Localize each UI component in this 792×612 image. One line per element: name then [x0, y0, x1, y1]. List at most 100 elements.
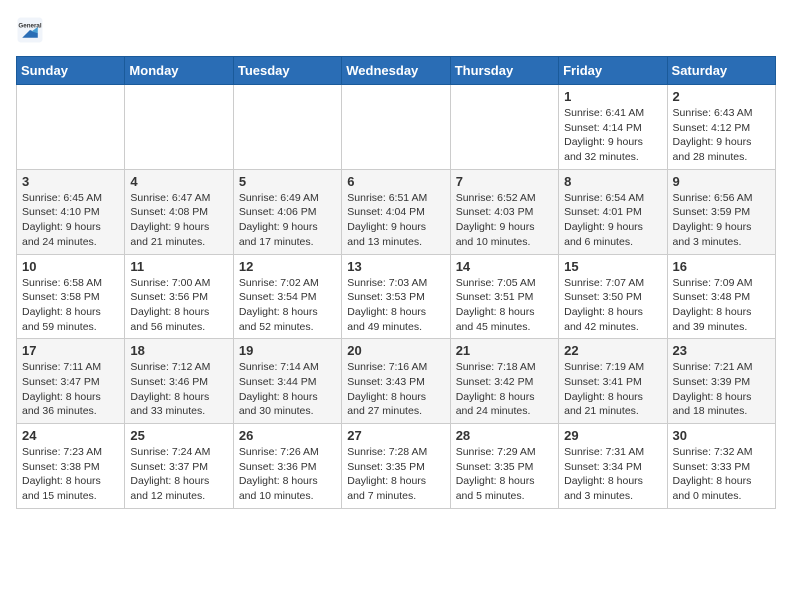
day-number: 3	[22, 174, 119, 189]
day-number: 6	[347, 174, 444, 189]
day-number: 26	[239, 428, 336, 443]
calendar-week-row: 3 Sunrise: 6:45 AM Sunset: 4:10 PM Daylig…	[17, 169, 776, 254]
day-info: Sunrise: 6:54 AM Sunset: 4:01 PM Dayligh…	[564, 191, 661, 250]
calendar-week-row: 1 Sunrise: 6:41 AM Sunset: 4:14 PM Daylig…	[17, 85, 776, 170]
day-info: Sunrise: 7:19 AM Sunset: 3:41 PM Dayligh…	[564, 360, 661, 419]
day-info: Sunrise: 7:26 AM Sunset: 3:36 PM Dayligh…	[239, 445, 336, 504]
calendar-cell: 19Sunrise: 7:14 AM Sunset: 3:44 PM Dayli…	[233, 339, 341, 424]
calendar-cell: 30 Sunrise: 7:32 AM Sunset: 3:33 PM Dayli…	[667, 424, 775, 509]
day-info: Sunrise: 6:49 AM Sunset: 4:06 PM Dayligh…	[239, 191, 336, 250]
day-number: 20	[347, 343, 444, 358]
calendar-cell: 28 Sunrise: 7:29 AM Sunset: 3:35 PM Dayli…	[450, 424, 558, 509]
calendar-cell: 5 Sunrise: 6:49 AM Sunset: 4:06 PM Daylig…	[233, 169, 341, 254]
day-number: 21	[456, 343, 553, 358]
day-info: Sunrise: 6:47 AM Sunset: 4:08 PM Dayligh…	[130, 191, 227, 250]
calendar-week-row: 24 Sunrise: 7:23 AM Sunset: 3:38 PM Dayli…	[17, 424, 776, 509]
calendar-table: SundayMondayTuesdayWednesdayThursdayFrid…	[16, 56, 776, 509]
day-number: 12	[239, 259, 336, 274]
calendar-cell: 6 Sunrise: 6:51 AM Sunset: 4:04 PM Daylig…	[342, 169, 450, 254]
day-number: 28	[456, 428, 553, 443]
calendar-cell: 1 Sunrise: 6:41 AM Sunset: 4:14 PM Daylig…	[559, 85, 667, 170]
calendar-cell: 8 Sunrise: 6:54 AM Sunset: 4:01 PM Daylig…	[559, 169, 667, 254]
day-info: Sunrise: 7:32 AM Sunset: 3:33 PM Dayligh…	[673, 445, 770, 504]
calendar-cell	[125, 85, 233, 170]
day-number: 8	[564, 174, 661, 189]
day-info: Sunrise: 7:00 AM Sunset: 3:56 PM Dayligh…	[130, 276, 227, 335]
day-number: 5	[239, 174, 336, 189]
calendar-cell: 13 Sunrise: 7:03 AM Sunset: 3:53 PM Dayli…	[342, 254, 450, 339]
day-number: 30	[673, 428, 770, 443]
day-info: Sunrise: 6:45 AM Sunset: 4:10 PM Dayligh…	[22, 191, 119, 250]
svg-text:General: General	[18, 23, 41, 30]
day-info: Sunrise: 6:51 AM Sunset: 4:04 PM Dayligh…	[347, 191, 444, 250]
day-info: Sunrise: 7:31 AM Sunset: 3:34 PM Dayligh…	[564, 445, 661, 504]
day-number: 11	[130, 259, 227, 274]
calendar-cell: 22Sunrise: 7:19 AM Sunset: 3:41 PM Dayli…	[559, 339, 667, 424]
weekday-header: Friday	[559, 57, 667, 85]
day-info: Sunrise: 6:56 AM Sunset: 3:59 PM Dayligh…	[673, 191, 770, 250]
day-number: 10	[22, 259, 119, 274]
calendar-cell: 27Sunrise: 7:28 AM Sunset: 3:35 PM Dayli…	[342, 424, 450, 509]
day-info: Sunrise: 6:58 AM Sunset: 3:58 PM Dayligh…	[22, 276, 119, 335]
day-number: 19	[239, 343, 336, 358]
calendar-cell: 14 Sunrise: 7:05 AM Sunset: 3:51 PM Dayli…	[450, 254, 558, 339]
weekday-header: Sunday	[17, 57, 125, 85]
calendar-cell: 9 Sunrise: 6:56 AM Sunset: 3:59 PM Daylig…	[667, 169, 775, 254]
calendar-week-row: 10 Sunrise: 6:58 AM Sunset: 3:58 PM Dayli…	[17, 254, 776, 339]
day-number: 14	[456, 259, 553, 274]
calendar-cell	[342, 85, 450, 170]
day-number: 24	[22, 428, 119, 443]
page-header: General	[16, 16, 776, 44]
day-info: Sunrise: 7:23 AM Sunset: 3:38 PM Dayligh…	[22, 445, 119, 504]
day-info: Sunrise: 7:12 AM Sunset: 3:46 PM Dayligh…	[130, 360, 227, 419]
day-number: 17	[22, 343, 119, 358]
calendar-cell: 20 Sunrise: 7:16 AM Sunset: 3:43 PM Dayli…	[342, 339, 450, 424]
calendar-cell: 15 Sunrise: 7:07 AM Sunset: 3:50 PM Dayli…	[559, 254, 667, 339]
day-number: 29	[564, 428, 661, 443]
calendar-cell: 17 Sunrise: 7:11 AM Sunset: 3:47 PM Dayli…	[17, 339, 125, 424]
weekday-header-row: SundayMondayTuesdayWednesdayThursdayFrid…	[17, 57, 776, 85]
calendar-cell: 18 Sunrise: 7:12 AM Sunset: 3:46 PM Dayli…	[125, 339, 233, 424]
calendar-cell	[17, 85, 125, 170]
day-number: 18	[130, 343, 227, 358]
day-number: 1	[564, 89, 661, 104]
weekday-header: Monday	[125, 57, 233, 85]
day-info: Sunrise: 7:02 AM Sunset: 3:54 PM Dayligh…	[239, 276, 336, 335]
day-number: 15	[564, 259, 661, 274]
calendar-cell: 3 Sunrise: 6:45 AM Sunset: 4:10 PM Daylig…	[17, 169, 125, 254]
weekday-header: Thursday	[450, 57, 558, 85]
day-info: Sunrise: 7:05 AM Sunset: 3:51 PM Dayligh…	[456, 276, 553, 335]
day-info: Sunrise: 7:07 AM Sunset: 3:50 PM Dayligh…	[564, 276, 661, 335]
day-info: Sunrise: 7:11 AM Sunset: 3:47 PM Dayligh…	[22, 360, 119, 419]
weekday-header: Saturday	[667, 57, 775, 85]
calendar-cell: 25 Sunrise: 7:24 AM Sunset: 3:37 PM Dayli…	[125, 424, 233, 509]
day-number: 9	[673, 174, 770, 189]
calendar-cell: 29 Sunrise: 7:31 AM Sunset: 3:34 PM Dayli…	[559, 424, 667, 509]
day-info: Sunrise: 7:03 AM Sunset: 3:53 PM Dayligh…	[347, 276, 444, 335]
logo-icon: General	[16, 16, 44, 44]
calendar-week-row: 17 Sunrise: 7:11 AM Sunset: 3:47 PM Dayli…	[17, 339, 776, 424]
day-info: Sunrise: 7:29 AM Sunset: 3:35 PM Dayligh…	[456, 445, 553, 504]
calendar-cell: 24 Sunrise: 7:23 AM Sunset: 3:38 PM Dayli…	[17, 424, 125, 509]
day-info: Sunrise: 7:16 AM Sunset: 3:43 PM Dayligh…	[347, 360, 444, 419]
calendar-cell: 7Sunrise: 6:52 AM Sunset: 4:03 PM Daylig…	[450, 169, 558, 254]
calendar-cell: 12 Sunrise: 7:02 AM Sunset: 3:54 PM Dayli…	[233, 254, 341, 339]
calendar-cell: 10 Sunrise: 6:58 AM Sunset: 3:58 PM Dayli…	[17, 254, 125, 339]
day-info: Sunrise: 7:18 AM Sunset: 3:42 PM Dayligh…	[456, 360, 553, 419]
day-number: 25	[130, 428, 227, 443]
day-number: 4	[130, 174, 227, 189]
day-info: Sunrise: 7:24 AM Sunset: 3:37 PM Dayligh…	[130, 445, 227, 504]
day-info: Sunrise: 7:21 AM Sunset: 3:39 PM Dayligh…	[673, 360, 770, 419]
calendar-cell: 2Sunrise: 6:43 AM Sunset: 4:12 PM Daylig…	[667, 85, 775, 170]
day-info: Sunrise: 6:41 AM Sunset: 4:14 PM Dayligh…	[564, 106, 661, 165]
day-number: 13	[347, 259, 444, 274]
calendar-cell: 26 Sunrise: 7:26 AM Sunset: 3:36 PM Dayli…	[233, 424, 341, 509]
weekday-header: Tuesday	[233, 57, 341, 85]
logo: General	[16, 16, 48, 44]
day-number: 16	[673, 259, 770, 274]
calendar-cell: 4 Sunrise: 6:47 AM Sunset: 4:08 PM Daylig…	[125, 169, 233, 254]
calendar-cell	[233, 85, 341, 170]
day-number: 27	[347, 428, 444, 443]
day-number: 2	[673, 89, 770, 104]
day-number: 7	[456, 174, 553, 189]
